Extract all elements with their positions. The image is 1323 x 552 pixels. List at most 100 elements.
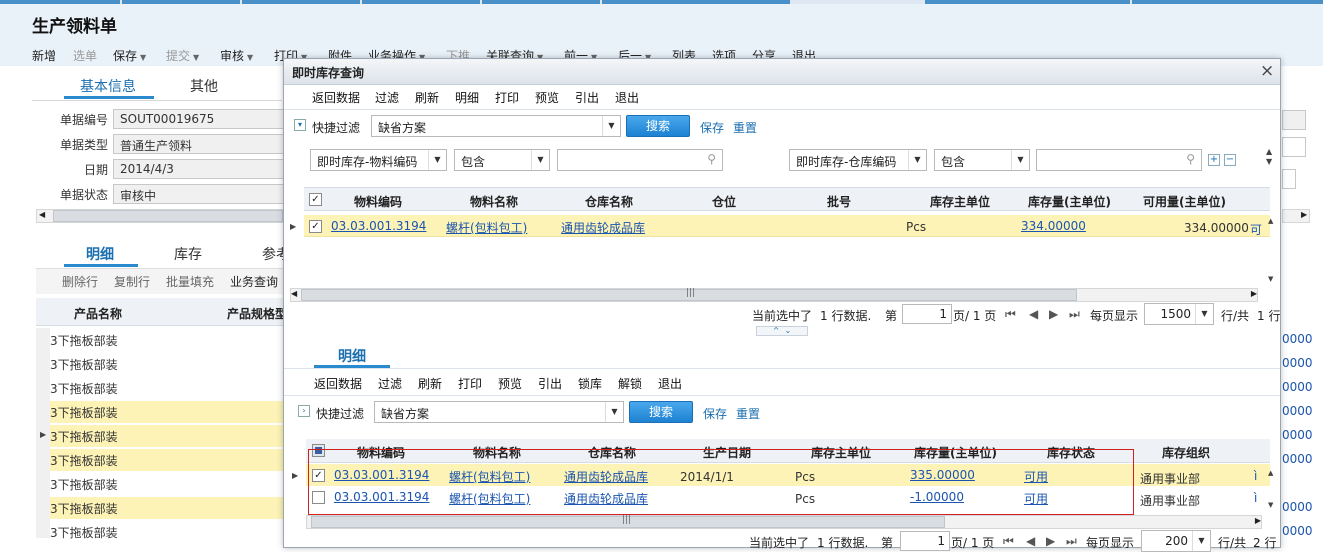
prev-page-icon[interactable]: ◀: [1029, 307, 1038, 321]
detail-menu-print[interactable]: 打印: [458, 375, 482, 392]
tab-other[interactable]: 其他: [190, 76, 218, 96]
date-field[interactable]: 2014/4/3: [113, 159, 285, 179]
detail-page-number-input[interactable]: 1: [900, 531, 950, 551]
table-row[interactable]: 3下拖板部装: [50, 497, 284, 519]
col-available-qty[interactable]: 可用量(主单位): [1143, 193, 1226, 210]
chevron-down-icon[interactable]: ▾: [294, 119, 306, 131]
first-page-icon[interactable]: ⏮: [1003, 534, 1014, 549]
col-stock-unit[interactable]: 库存主单位: [930, 193, 990, 210]
menu-filter[interactable]: 过滤: [375, 89, 399, 106]
toolbar-save[interactable]: 保存 ▼: [113, 47, 146, 64]
form-scrollbar-right[interactable]: ▶: [1282, 209, 1310, 223]
cell-warehouse-name[interactable]: 通用齿轮成品库: [561, 219, 645, 236]
close-icon[interactable]: ×: [1260, 61, 1274, 81]
chevron-right-icon[interactable]: ›: [298, 405, 310, 417]
toolbar-submit[interactable]: 提交 ▼: [166, 47, 199, 64]
detail-menu-filter[interactable]: 过滤: [378, 375, 402, 392]
filter2-field-select[interactable]: 即时库存-仓库编码 ▼: [789, 149, 927, 171]
arrow-up-icon[interactable]: ▲: [1268, 217, 1273, 225]
detail-menu-lock[interactable]: 锁库: [578, 375, 602, 392]
table-row[interactable]: 3下拖板部装: [50, 401, 284, 423]
table-row[interactable]: 3下拖板部装: [50, 473, 284, 495]
business-query-button[interactable]: 业务查询: [230, 273, 278, 290]
filter1-value-input[interactable]: ⚲: [557, 149, 723, 171]
save-scheme-link[interactable]: 保存: [700, 119, 724, 136]
prev-page-icon[interactable]: ◀: [1026, 534, 1035, 548]
detail-menu-preview[interactable]: 预览: [498, 375, 522, 392]
tab-detail[interactable]: 明细: [86, 244, 114, 264]
detail-scheme-select[interactable]: 缺省方案 ▼: [374, 401, 624, 423]
menu-print[interactable]: 打印: [495, 89, 519, 106]
arrow-down-icon[interactable]: ▼: [1268, 275, 1273, 283]
toolbar-select-bill[interactable]: 选单: [73, 47, 97, 64]
menu-return-data[interactable]: 返回数据: [312, 89, 360, 106]
detail-search-button[interactable]: 搜索: [629, 401, 693, 423]
detail-menu-refresh[interactable]: 刷新: [418, 375, 442, 392]
splitter-handle[interactable]: ^ ⌄: [756, 326, 808, 336]
add-condition-icon[interactable]: +: [1208, 154, 1220, 166]
filter2-op-select[interactable]: 包含 ▼: [934, 149, 1030, 171]
filter-scroll-icon[interactable]: ▲ ▼: [1266, 147, 1272, 167]
detail-reset-link[interactable]: 重置: [736, 405, 760, 422]
detail-menu-return-data[interactable]: 返回数据: [314, 375, 362, 392]
table-row[interactable]: 3下拖板部装: [50, 353, 284, 375]
top-grid-scrollbar[interactable]: ||| ◀ ▶: [290, 288, 1258, 302]
cell-material-code[interactable]: 03.03.001.3194: [331, 219, 426, 233]
arrow-left-icon[interactable]: ◀: [39, 210, 45, 219]
vertical-scrollbar[interactable]: ▲ ▼: [1268, 217, 1280, 287]
reset-link[interactable]: 重置: [733, 119, 757, 136]
detail-page-size-select[interactable]: 200 ▼: [1141, 530, 1211, 552]
tab-basic-info[interactable]: 基本信息: [80, 76, 136, 96]
filter1-op-select[interactable]: 包含 ▼: [454, 149, 550, 171]
last-page-icon[interactable]: ⏭: [1066, 534, 1077, 549]
arrow-left-icon[interactable]: ◀: [291, 289, 297, 298]
detail-menu-export[interactable]: 引出: [538, 375, 562, 392]
page-number-input[interactable]: 1: [902, 304, 952, 324]
col-product-name[interactable]: 产品名称: [74, 305, 122, 322]
col-material-code[interactable]: 物料编码: [354, 193, 402, 210]
table-row[interactable]: 3下拖板部装: [50, 377, 284, 399]
col-bin[interactable]: 仓位: [712, 193, 736, 210]
menu-exit[interactable]: 退出: [615, 89, 639, 106]
scheme-select[interactable]: 缺省方案 ▼: [371, 115, 621, 137]
next-page-icon[interactable]: ▶: [1046, 534, 1055, 548]
filter2-value-input[interactable]: ⚲: [1036, 149, 1202, 171]
bill-type-field[interactable]: 普通生产领料: [113, 134, 285, 154]
select-all-checkbox[interactable]: ✓: [309, 193, 322, 206]
detail-menu-unlock[interactable]: 解锁: [618, 375, 642, 392]
detail-save-link[interactable]: 保存: [703, 405, 727, 422]
col-warehouse-name[interactable]: 仓库名称: [585, 193, 633, 210]
arrow-up-icon[interactable]: ▲: [1268, 469, 1273, 477]
table-row[interactable]: 3下拖板部装: [50, 425, 284, 447]
arrow-right-icon[interactable]: ▶: [1251, 289, 1257, 298]
scroll-thumb[interactable]: |||: [301, 288, 1077, 301]
detail-col-stock-org[interactable]: 库存组织: [1162, 444, 1210, 461]
toolbar-new[interactable]: 新增: [32, 47, 56, 64]
bill-no-field[interactable]: SOUT00019675: [113, 109, 285, 129]
table-row[interactable]: 3下拖板部装: [50, 329, 284, 351]
remove-condition-icon[interactable]: −: [1224, 154, 1236, 166]
cell-stock-qty[interactable]: 334.00000: [1021, 219, 1086, 233]
search-button[interactable]: 搜索: [626, 115, 690, 137]
cell-material-name[interactable]: 螺杆(包料包工): [446, 219, 527, 236]
form-scrollbar[interactable]: ◀: [36, 209, 286, 223]
scroll-thumb[interactable]: |||: [311, 515, 945, 528]
filter1-field-select[interactable]: 即时库存-物料编码 ▼: [310, 149, 447, 171]
batch-fill-button[interactable]: 批量填充: [166, 273, 214, 290]
first-page-icon[interactable]: ⏮: [1005, 307, 1016, 322]
arrow-right-icon[interactable]: ▶: [1301, 210, 1307, 219]
col-lot[interactable]: 批号: [827, 193, 851, 210]
menu-export[interactable]: 引出: [575, 89, 599, 106]
delete-row-button[interactable]: 删除行: [62, 273, 98, 290]
arrow-down-icon[interactable]: ▼: [1268, 501, 1273, 509]
detail-tab[interactable]: 明细: [338, 346, 366, 366]
detail-vertical-scrollbar[interactable]: ▲ ▼: [1268, 469, 1280, 515]
col-material-name[interactable]: 物料名称: [470, 193, 518, 210]
col-product-spec[interactable]: 产品规格型: [227, 305, 287, 322]
menu-preview[interactable]: 预览: [535, 89, 559, 106]
menu-refresh[interactable]: 刷新: [415, 89, 439, 106]
table-row[interactable]: 3下拖板部装: [50, 449, 284, 471]
col-stock-qty[interactable]: 库存量(主单位): [1028, 193, 1111, 210]
last-page-icon[interactable]: ⏭: [1069, 307, 1080, 322]
scroll-thumb[interactable]: [53, 210, 283, 222]
